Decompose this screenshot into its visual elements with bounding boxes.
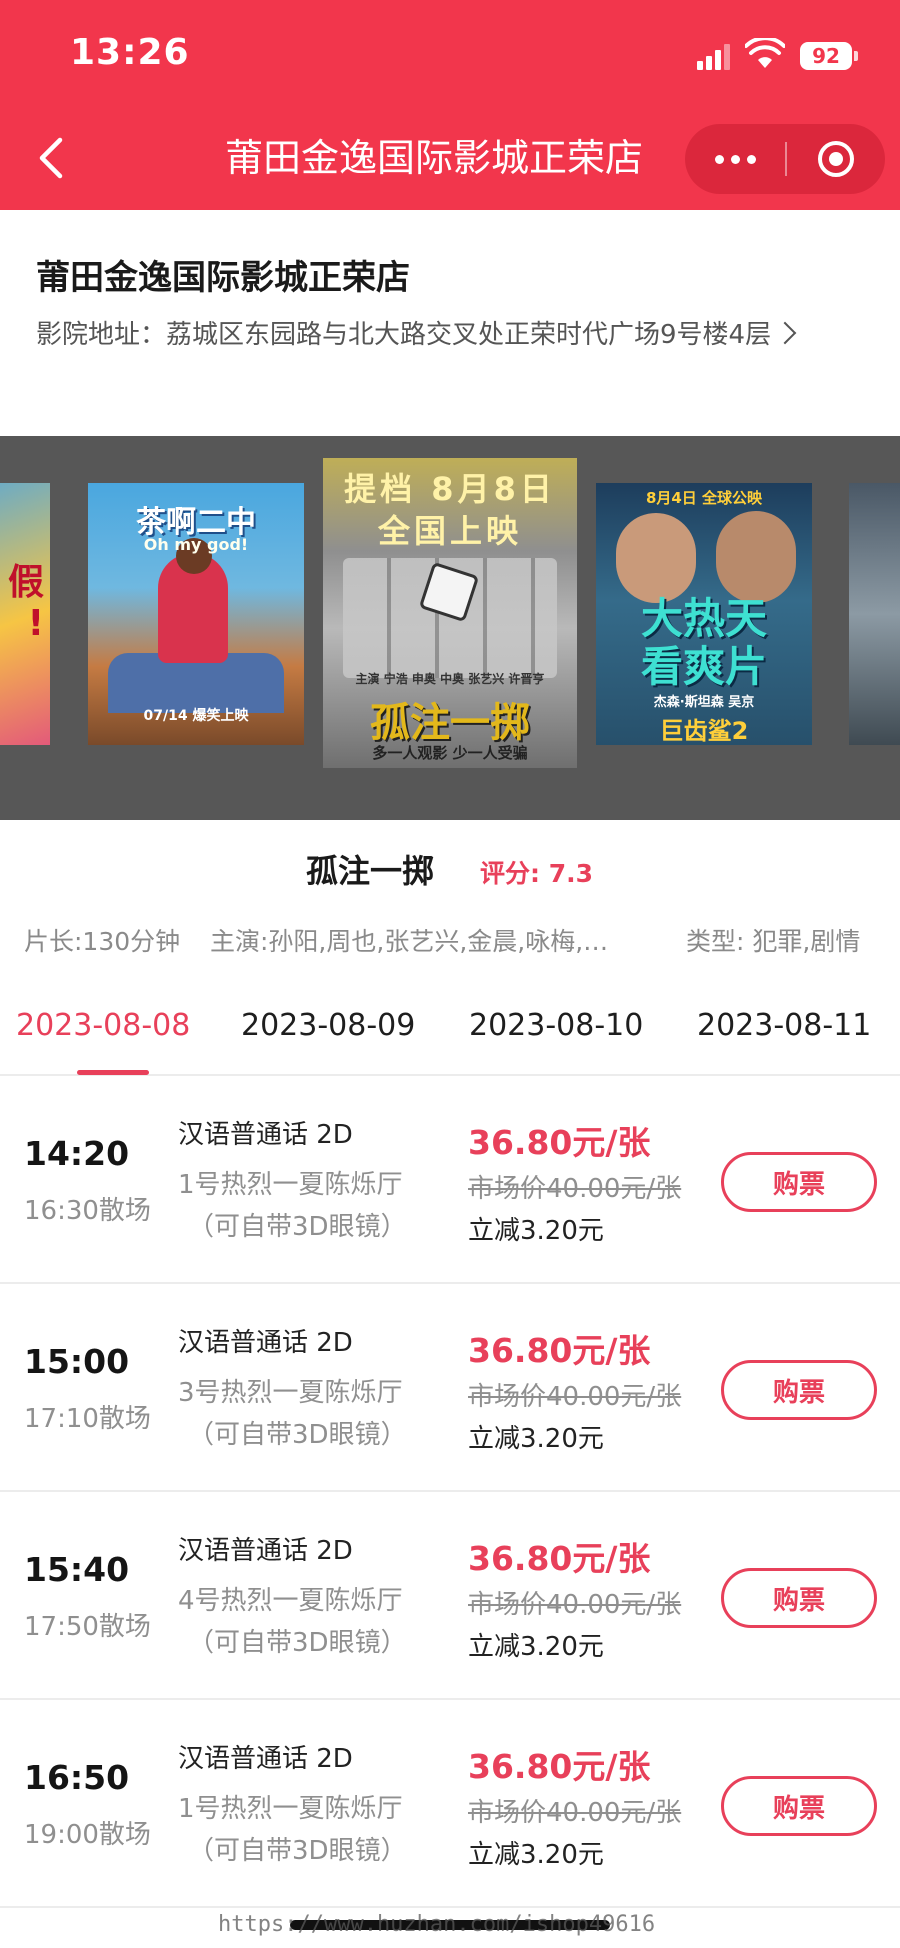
poster-title-line: 看爽片 — [640, 642, 767, 691]
cinema-name: 莆田金逸国际影城正荣店 — [36, 258, 410, 298]
poster-gu-zhu-yi-zhi-selected[interactable]: 提档 8月8日 全国上映 主演 宁浩 申奥 中奥 张艺兴 许晋亨 孤注一掷 多一… — [323, 458, 577, 768]
battery-icon: 92 — [800, 42, 852, 70]
poster-art — [716, 511, 796, 603]
poster-partial-right[interactable] — [849, 483, 900, 745]
active-tab-indicator — [77, 1070, 149, 1075]
ticket-price: 36.80元/张 — [468, 1539, 651, 1578]
tab-date[interactable]: 2023-08-10 — [469, 1008, 643, 1043]
language-format: 汉语普通话 2D — [178, 1120, 353, 1150]
poster-text: 假 — [7, 562, 44, 603]
poster-banner: 全国上映 — [377, 512, 522, 550]
discount: 立减3.20元 — [468, 1216, 604, 1246]
language-format: 汉语普通话 2D — [178, 1328, 353, 1358]
poster-subtitle: Oh my god! — [143, 535, 249, 554]
start-time: 14:20 — [24, 1134, 130, 1173]
mini-program-capsule — [685, 124, 885, 194]
hall-name: 3号热烈一夏陈烁厅 — [178, 1378, 403, 1408]
close-target-icon[interactable] — [787, 124, 885, 194]
buy-ticket-button[interactable]: 购票 — [721, 1360, 877, 1420]
ticket-price: 36.80元/张 — [468, 1123, 651, 1162]
start-time: 15:00 — [24, 1342, 130, 1381]
poster-title: 大热天 看爽片 — [596, 595, 812, 691]
end-time: 17:10散场 — [24, 1404, 151, 1434]
discount: 立减3.20元 — [468, 1424, 604, 1454]
back-arrow-icon[interactable] — [30, 130, 74, 186]
hall-name: 1号热烈一夏陈烁厅 — [178, 1794, 403, 1824]
address-label: 影院地址： — [36, 320, 167, 350]
movie-rating: 评分: 7.3 — [480, 859, 593, 888]
poster-chaa-er-zhong[interactable]: 茶啊二中 Oh my god! 07/14 爆笑上映 — [88, 483, 304, 745]
cinema-address-link[interactable]: 影院地址： 荔城区东园路与北大路交叉处正荣时代广场9号楼4层 — [36, 314, 797, 351]
poster-partial-left[interactable]: 假 ! — [0, 483, 50, 745]
ticket-price: 36.80元/张 — [468, 1331, 651, 1370]
buy-ticket-button[interactable]: 购票 — [721, 1568, 877, 1628]
market-price: 市场价40.00元/张 — [468, 1798, 682, 1828]
header-bar: 13:26 92 莆田金逸国际影城正荣店 — [0, 0, 900, 210]
start-time: 16:50 — [24, 1758, 130, 1797]
buy-ticket-button[interactable]: 购票 — [721, 1152, 877, 1212]
address-value: 荔城区东园路与北大路交叉处正荣时代广场9号楼4层 — [166, 320, 772, 350]
market-price: 市场价40.00元/张 — [468, 1174, 682, 1204]
start-time: 15:40 — [24, 1550, 130, 1589]
tab-date-active[interactable]: 2023-08-08 — [16, 1008, 190, 1043]
market-price: 市场价40.00元/张 — [468, 1590, 682, 1620]
poster-slogan: 多一人观影 少一人受骗 — [372, 744, 528, 762]
date-tabs: 2023-08-08 2023-08-09 2023-08-10 2023-08… — [0, 1000, 900, 1076]
watermark-text: https://www.huzhan.com/ishop49616 — [218, 1912, 656, 1937]
hall-name: 4号热烈一夏陈烁厅 — [178, 1586, 403, 1616]
poster-date: 07/14 爆笑上映 — [143, 708, 249, 724]
showtime-row: 15:00 17:10散场 汉语普通话 2D 3号热烈一夏陈烁厅 （可自带3D眼… — [0, 1284, 900, 1492]
end-time: 16:30散场 — [24, 1196, 151, 1226]
movie-title: 孤注一掷 — [306, 852, 435, 890]
buy-ticket-button[interactable]: 购票 — [721, 1776, 877, 1836]
poster-art — [616, 513, 696, 603]
showtime-row: 16:50 19:00散场 汉语普通话 2D 1号热烈一夏陈烁厅 （可自带3D眼… — [0, 1700, 900, 1908]
poster-cast: 杰森·斯坦森 吴京 — [653, 695, 755, 710]
language-format: 汉语普通话 2D — [178, 1744, 353, 1774]
hall-note: （可自带3D眼镜） — [188, 1836, 407, 1866]
poster-text: ! — [27, 603, 44, 644]
hall-note: （可自带3D眼镜） — [188, 1420, 407, 1450]
nav-title: 莆田金逸国际影城正荣店 — [225, 136, 644, 180]
tab-date[interactable]: 2023-08-09 — [241, 1008, 415, 1043]
hall-note: （可自带3D眼镜） — [188, 1212, 407, 1242]
tab-date[interactable]: 2023-08-11 — [697, 1008, 871, 1043]
wifi-icon — [745, 38, 785, 68]
poster-carousel[interactable]: 假 ! 茶啊二中 Oh my god! 07/14 爆笑上映 提档 8月8日 全… — [0, 436, 900, 820]
discount: 立减3.20元 — [468, 1840, 604, 1870]
poster-release: 8月4日 全球公映 — [645, 489, 763, 507]
more-dots-icon[interactable] — [685, 124, 785, 194]
battery-tip — [854, 51, 858, 61]
hall-name: 1号热烈一夏陈烁厅 — [178, 1170, 403, 1200]
poster-meg-2[interactable]: 8月4日 全球公映 大热天 看爽片 杰森·斯坦森 吴京 巨齿鲨2 — [596, 483, 812, 745]
showtime-row: 15:40 17:50散场 汉语普通话 2D 4号热烈一夏陈烁厅 （可自带3D眼… — [0, 1492, 900, 1700]
end-time: 19:00散场 — [24, 1820, 151, 1850]
poster-title-line: 大热天 — [640, 594, 767, 643]
ticket-price: 36.80元/张 — [468, 1747, 651, 1786]
market-price: 市场价40.00元/张 — [468, 1382, 682, 1412]
poster-title: 孤注一掷 — [370, 700, 530, 746]
poster-logo: 巨齿鲨2 — [659, 717, 749, 745]
language-format: 汉语普通话 2D — [178, 1536, 353, 1566]
movie-genre: 类型: 犯罪,剧情 — [686, 927, 861, 956]
cellular-signal-icon — [697, 44, 731, 70]
movie-duration: 片长:130分钟 — [24, 927, 181, 956]
discount: 立减3.20元 — [468, 1632, 604, 1662]
poster-banner: 提档 8月8日 — [344, 470, 556, 508]
chevron-right-icon — [773, 321, 797, 344]
poster-cast: 主演 宁浩 申奥 中奥 张艺兴 许晋亨 — [355, 672, 545, 686]
hall-note: （可自带3D眼镜） — [188, 1628, 407, 1658]
end-time: 17:50散场 — [24, 1612, 151, 1642]
status-time: 13:26 — [70, 32, 190, 73]
movie-cast: 主演:孙阳,周也,张艺兴,金晨,咏梅,… — [210, 927, 609, 956]
showtime-row: 14:20 16:30散场 汉语普通话 2D 1号热烈一夏陈烁厅 （可自带3D眼… — [0, 1076, 900, 1284]
